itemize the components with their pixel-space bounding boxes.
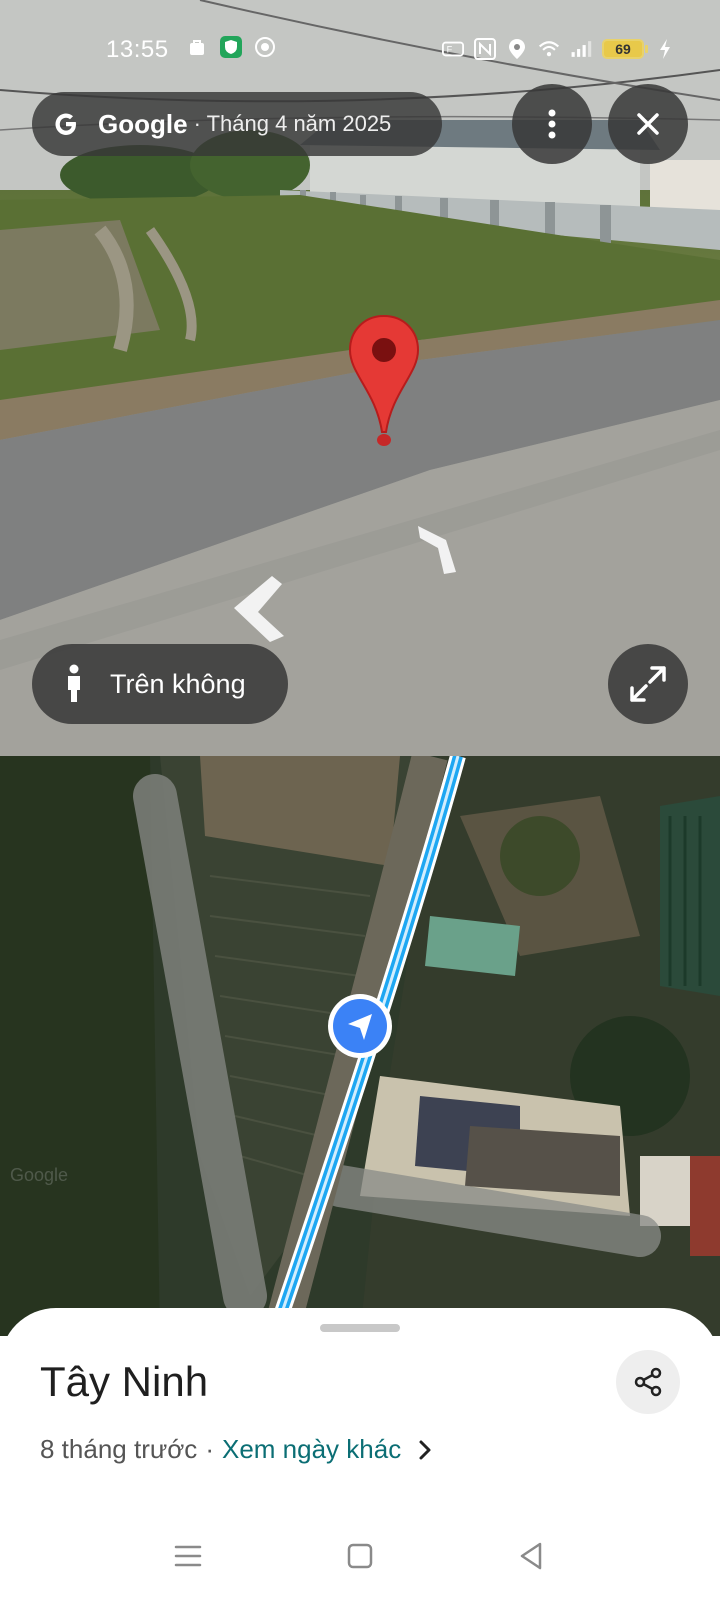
system-navigation-bar	[0, 1520, 720, 1590]
drag-handle[interactable]	[320, 1324, 400, 1332]
screen: 13:55 F 69 Google · Tháng 4 năm 2025 Trê…	[0, 0, 720, 1600]
recents-menu-icon[interactable]	[168, 1536, 208, 1576]
imagery-age: 8 tháng trước	[40, 1434, 198, 1464]
status-bar: 13:55 F 69	[0, 30, 720, 66]
location-pin-icon	[348, 314, 420, 446]
imagery-date: · Tháng 4 năm 2025	[193, 111, 392, 136]
expand-button[interactable]	[608, 644, 688, 724]
back-arrow-icon[interactable]	[232, 574, 288, 644]
meta-separator: ·	[205, 1434, 214, 1464]
satellite-map[interactable]: Google	[0, 756, 720, 1336]
current-position-icon	[328, 994, 392, 1058]
vpn-icon	[254, 36, 276, 58]
imagery-date-chip[interactable]: Google · Tháng 4 năm 2025	[32, 92, 442, 156]
imagery-meta: 8 tháng trước · Xem ngày khác	[40, 1434, 435, 1465]
battery-icon: 69	[602, 39, 648, 59]
close-button[interactable]	[608, 84, 688, 164]
share-button[interactable]	[616, 1350, 680, 1414]
aerial-view-label: Trên không	[110, 668, 246, 699]
signal-icon	[570, 38, 592, 60]
home-icon[interactable]	[340, 1536, 380, 1576]
share-icon	[634, 1367, 662, 1397]
close-icon	[637, 113, 659, 135]
status-time: 13:55	[106, 36, 169, 63]
chevron-right-icon[interactable]	[415, 1438, 435, 1462]
shield-icon	[220, 36, 242, 58]
more-options-button[interactable]	[512, 84, 592, 164]
wifi-icon	[538, 38, 560, 60]
back-icon[interactable]	[512, 1536, 552, 1576]
expand-icon	[630, 666, 666, 702]
bag-icon	[186, 36, 208, 58]
street-view-panel[interactable]: 13:55 F 69 Google · Tháng 4 năm 2025 Trê…	[0, 0, 720, 756]
n-icon	[474, 38, 496, 60]
location-icon	[506, 38, 528, 60]
nfc-icon: F	[442, 38, 464, 60]
google-g-icon	[55, 113, 76, 135]
forward-arrow-icon[interactable]	[416, 522, 466, 578]
svg-text:Google: Google	[10, 1165, 68, 1185]
svg-text:F: F	[447, 45, 453, 55]
google-brand: Google	[98, 108, 188, 139]
aerial-view-button[interactable]: Trên không	[32, 644, 288, 724]
person-icon	[68, 664, 80, 702]
place-title: Tây Ninh	[40, 1358, 209, 1405]
other-dates-link[interactable]: Xem ngày khác	[222, 1434, 401, 1465]
more-options-icon	[548, 109, 556, 139]
charging-icon	[654, 38, 676, 60]
